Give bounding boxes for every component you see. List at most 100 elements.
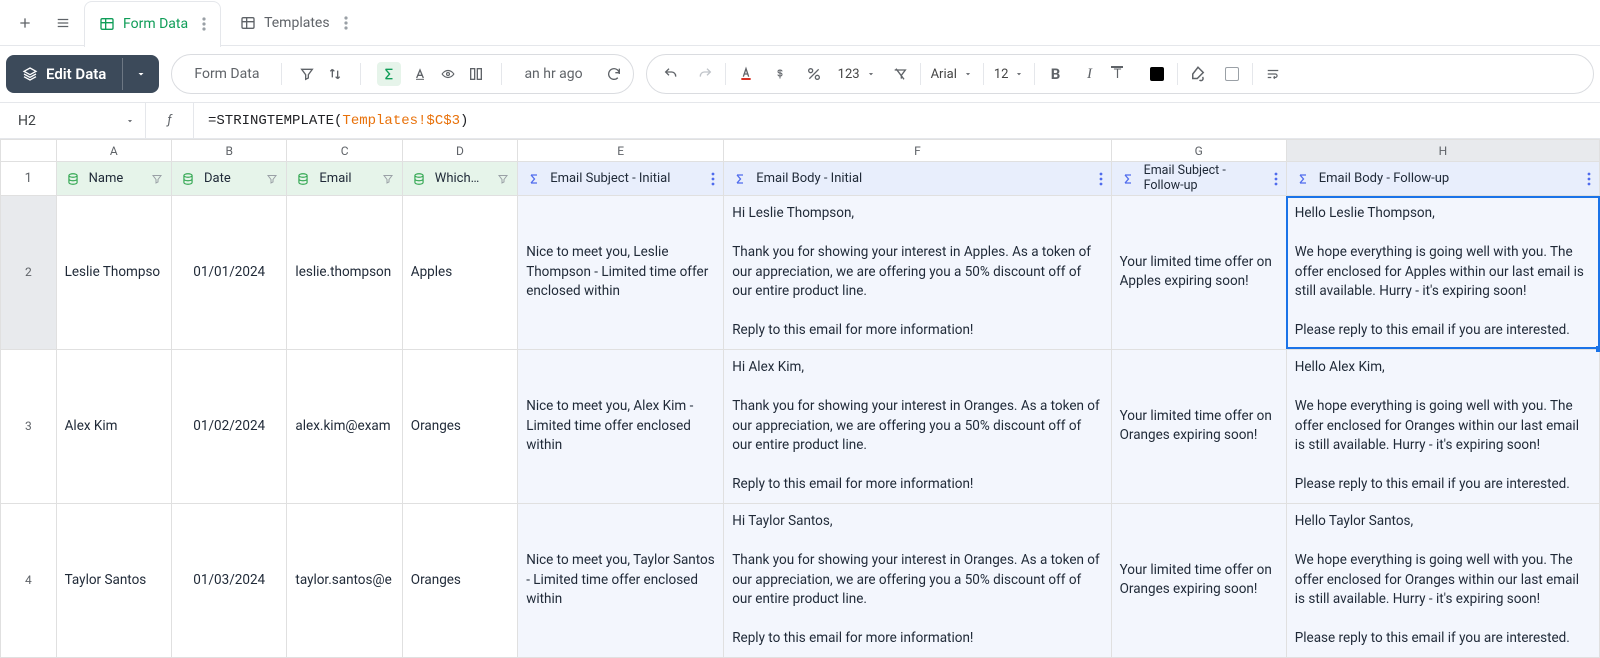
col-letter[interactable]: E — [518, 140, 724, 162]
columns-icon[interactable] — [467, 65, 485, 83]
sigma-icon[interactable] — [377, 62, 401, 86]
strike-button[interactable]: T — [1109, 60, 1137, 88]
more-icon[interactable] — [1274, 172, 1278, 186]
cell[interactable]: 01/01/2024 — [172, 196, 287, 350]
more-icon[interactable] — [1587, 172, 1591, 186]
bold-button[interactable]: B — [1041, 60, 1069, 88]
more-icon[interactable] — [711, 172, 715, 186]
cell[interactable]: Oranges — [402, 503, 517, 657]
column-header[interactable]: Name — [56, 162, 171, 196]
cell[interactable]: Your limited time offer on Apples expiri… — [1111, 196, 1286, 350]
table-icon — [99, 16, 115, 32]
col-letter[interactable]: C — [287, 140, 402, 162]
column-header[interactable]: Email — [287, 162, 402, 196]
cell[interactable]: Apples — [402, 196, 517, 350]
all-sheets-button[interactable] — [46, 6, 80, 40]
col-letter[interactable]: D — [402, 140, 517, 162]
edit-data-button[interactable]: Edit Data — [6, 55, 159, 93]
cell[interactable]: Taylor Santos — [56, 503, 171, 657]
filter-icon[interactable] — [266, 173, 278, 185]
cell[interactable]: 01/03/2024 — [172, 503, 287, 657]
tab-label: Templates — [264, 15, 330, 31]
cell[interactable]: Hello Taylor Santos, We hope everything … — [1286, 503, 1599, 657]
font-select[interactable]: Arial — [927, 67, 977, 82]
cell[interactable]: leslie.thompson — [287, 196, 402, 350]
italic-button[interactable]: I — [1075, 60, 1103, 88]
current-sheet-name[interactable]: Form Data — [182, 66, 271, 82]
tab-form-data[interactable]: Form Data — [84, 1, 221, 47]
cell[interactable]: Hello Leslie Thompson, We hope everythin… — [1286, 196, 1599, 350]
formula-input[interactable]: =STRINGTEMPLATE(Templates!$C$3) — [194, 113, 1600, 129]
toolbar: Edit Data Form Data an hr ago 123 — [0, 46, 1600, 103]
fx-icon: ƒ — [146, 103, 194, 138]
visibility-icon[interactable] — [439, 65, 457, 83]
cell[interactable]: 01/02/2024 — [172, 349, 287, 503]
edit-data-main[interactable]: Edit Data — [6, 55, 122, 93]
tab-templates[interactable]: Templates — [225, 0, 363, 46]
col-letter[interactable]: H — [1286, 140, 1599, 162]
add-tab-button[interactable] — [8, 6, 42, 40]
redo-button[interactable] — [691, 60, 719, 88]
refresh-icon[interactable] — [605, 65, 623, 83]
cell[interactable]: Hi Alex Kim, Thank you for showing your … — [724, 349, 1111, 503]
cell-reference-box[interactable]: H2 — [0, 103, 146, 138]
filter-icon[interactable] — [298, 65, 316, 83]
percent-button[interactable] — [800, 60, 828, 88]
row-number[interactable]: 3 — [1, 349, 57, 503]
col-letter[interactable]: A — [56, 140, 171, 162]
cell[interactable]: Oranges — [402, 349, 517, 503]
cell[interactable]: Hello Alex Kim, We hope everything is go… — [1286, 349, 1599, 503]
clear-format-button[interactable] — [886, 60, 914, 88]
select-all-corner[interactable] — [1, 140, 57, 162]
cell[interactable]: Nice to meet you, Leslie Thompson - Limi… — [518, 196, 724, 350]
tab-more-icon[interactable] — [196, 17, 206, 31]
col-letter[interactable]: G — [1111, 140, 1286, 162]
cell[interactable]: Your limited time offer on Oranges expir… — [1111, 349, 1286, 503]
cell-color-button[interactable] — [1143, 60, 1171, 88]
tab-more-icon[interactable] — [338, 16, 348, 30]
col-letter[interactable]: F — [724, 140, 1111, 162]
cell[interactable]: Hi Taylor Santos, Thank you for showing … — [724, 503, 1111, 657]
tab-label: Form Data — [123, 16, 188, 32]
format-toolbar: 123 Arial 12 B I T — [646, 54, 1594, 94]
border-button[interactable] — [1218, 60, 1246, 88]
cell[interactable]: Hi Leslie Thompson, Thank you for showin… — [724, 196, 1111, 350]
spreadsheet-grid[interactable]: A B C D E F G H 1 Name Date Email Which…… — [0, 139, 1600, 658]
tab-strip: Form Data Templates — [0, 0, 1600, 46]
row-number[interactable]: 1 — [1, 162, 57, 196]
table-row: 2Leslie Thompso01/01/2024leslie.thompson… — [1, 196, 1600, 350]
column-header[interactable]: Email Body - Follow-up — [1286, 162, 1599, 196]
cell[interactable]: alex.kim@exam — [287, 349, 402, 503]
cell[interactable]: taylor.santos@e — [287, 503, 402, 657]
column-header[interactable]: Email Subject - Follow-up — [1111, 162, 1286, 196]
filter-icon[interactable] — [151, 173, 163, 185]
database-icon — [295, 171, 311, 187]
text-format-icon[interactable] — [411, 65, 429, 83]
row-number[interactable]: 2 — [1, 196, 57, 350]
column-header[interactable]: Date — [172, 162, 287, 196]
column-header[interactable]: Email Body - Initial — [724, 162, 1111, 196]
font-size-select[interactable]: 12 — [990, 67, 1029, 82]
more-icon[interactable] — [1099, 172, 1103, 186]
fill-color-button[interactable] — [1184, 60, 1212, 88]
formula-bar: H2 ƒ =STRINGTEMPLATE(Templates!$C$3) — [0, 103, 1600, 139]
text-color-button[interactable] — [732, 60, 760, 88]
col-letter[interactable]: B — [172, 140, 287, 162]
cell[interactable]: Your limited time offer on Oranges expir… — [1111, 503, 1286, 657]
column-header[interactable]: Email Subject - Initial — [518, 162, 724, 196]
cell[interactable]: Alex Kim — [56, 349, 171, 503]
row-number[interactable]: 4 — [1, 503, 57, 657]
cell[interactable]: Leslie Thompso — [56, 196, 171, 350]
sort-icon[interactable] — [326, 65, 344, 83]
edit-data-caret[interactable] — [122, 58, 159, 90]
undo-button[interactable] — [657, 60, 685, 88]
cell[interactable]: Nice to meet you, Taylor Santos - Limite… — [518, 503, 724, 657]
filter-icon[interactable] — [382, 173, 394, 185]
currency-button[interactable] — [766, 60, 794, 88]
table-icon — [240, 15, 256, 31]
filter-icon[interactable] — [497, 173, 509, 185]
cell[interactable]: Nice to meet you, Alex Kim - Limited tim… — [518, 349, 724, 503]
number-format-select[interactable]: 123 — [834, 67, 880, 82]
wrap-button[interactable] — [1259, 60, 1287, 88]
column-header[interactable]: Which… — [402, 162, 517, 196]
